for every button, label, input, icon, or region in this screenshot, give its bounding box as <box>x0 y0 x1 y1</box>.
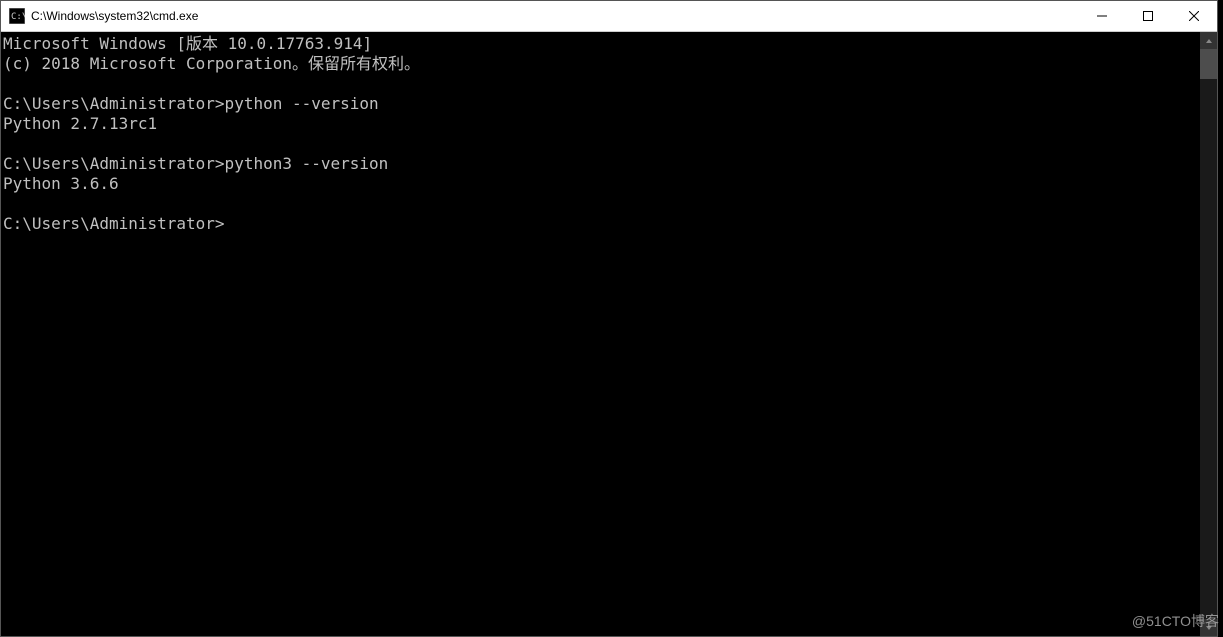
vertical-scrollbar[interactable] <box>1200 32 1217 636</box>
scrollbar-thumb[interactable] <box>1200 49 1217 79</box>
cmd-window: C:\ C:\Windows\system32\cmd.exe Microsof… <box>0 0 1218 637</box>
window-controls <box>1079 1 1217 31</box>
minimize-button[interactable] <box>1079 1 1125 31</box>
titlebar[interactable]: C:\ C:\Windows\system32\cmd.exe <box>1 1 1217 32</box>
scrollbar-up-button[interactable] <box>1200 32 1217 49</box>
terminal-line: Python 2.7.13rc1 <box>3 114 157 133</box>
cmd-icon: C:\ <box>9 8 25 24</box>
maximize-button[interactable] <box>1125 1 1171 31</box>
terminal-line: C:\Users\Administrator>python3 --version <box>3 154 388 173</box>
close-button[interactable] <box>1171 1 1217 31</box>
terminal-output[interactable]: Microsoft Windows [版本 10.0.17763.914] (c… <box>1 32 1200 636</box>
terminal-line: (c) 2018 Microsoft Corporation。保留所有权利。 <box>3 54 420 73</box>
terminal-area: Microsoft Windows [版本 10.0.17763.914] (c… <box>1 32 1217 636</box>
terminal-line: Python 3.6.6 <box>3 174 119 193</box>
terminal-prompt: C:\Users\Administrator> <box>3 214 225 233</box>
watermark-text: @51CTO博客 <box>1132 611 1219 631</box>
terminal-line: C:\Users\Administrator>python --version <box>3 94 379 113</box>
svg-text:C:\: C:\ <box>11 12 25 22</box>
window-title: C:\Windows\system32\cmd.exe <box>31 9 1079 23</box>
terminal-line: Microsoft Windows [版本 10.0.17763.914] <box>3 34 372 53</box>
